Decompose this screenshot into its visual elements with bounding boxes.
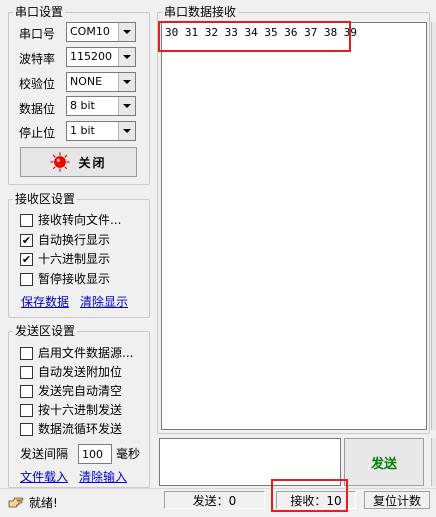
send-settings-title: 发送区设置	[13, 324, 78, 338]
send-interval-input[interactable]	[78, 444, 112, 464]
auto-clear-label: 发送完自动清空	[38, 384, 123, 398]
send-button[interactable]: 发送	[344, 438, 424, 486]
auto-wrap-checkbox-box[interactable]: ✔	[20, 233, 33, 247]
hex-send-checkbox[interactable]: 按十六进制发送	[20, 402, 122, 418]
stopbits-label: 停止位	[19, 126, 56, 140]
status-light-icon	[50, 152, 70, 172]
receive-to-file-checkbox[interactable]: 接收转向文件...	[20, 212, 121, 228]
check-mark-icon: ✔	[21, 233, 32, 247]
close-port-button[interactable]: 关闭	[20, 147, 137, 177]
stopbits-select-value: 1 bit	[70, 124, 95, 137]
file-source-label: 启用文件数据源...	[38, 346, 134, 360]
auto-clear-checkbox-box[interactable]	[20, 384, 33, 398]
hex-send-label: 按十六进制发送	[38, 403, 123, 417]
receive-settings-title: 接收区设置	[13, 192, 78, 206]
status-ready-text: 就绪!	[29, 496, 58, 510]
pause-receive-label: 暂停接收显示	[38, 272, 111, 286]
auto-append-checkbox-box[interactable]	[20, 365, 33, 379]
file-source-checkbox-box[interactable]	[20, 346, 33, 360]
baud-label: 波特率	[19, 52, 56, 66]
parity-select-value: NONE	[70, 75, 103, 88]
port-select-value: COM10	[70, 25, 110, 38]
baud-select-chevron-down-icon[interactable]	[118, 48, 135, 66]
send-scrollbar[interactable]	[431, 438, 436, 486]
baud-select-value: 115200	[70, 50, 112, 63]
baud-select[interactable]: 115200	[66, 47, 136, 67]
parity-select[interactable]: NONE	[66, 72, 136, 92]
auto-append-checkbox[interactable]: 自动发送附加位	[20, 364, 122, 380]
sent-count: 发送：0	[164, 491, 265, 509]
parity-select-chevron-down-icon[interactable]	[118, 73, 135, 91]
send-button-label: 发送	[370, 456, 397, 472]
sent-count-text: 发送：0	[192, 493, 237, 508]
close-port-button-label: 关闭	[78, 155, 107, 170]
send-interval-unit: 毫秒	[116, 447, 141, 461]
received-count-highlight	[271, 479, 348, 512]
clear-input-link[interactable]: 清除输入	[79, 470, 127, 484]
loop-send-checkbox-box[interactable]	[20, 422, 33, 436]
databits-label: 数据位	[19, 102, 56, 116]
auto-clear-checkbox[interactable]: 发送完自动清空	[20, 383, 122, 399]
reset-count-button[interactable]: 复位计数	[364, 491, 430, 509]
clear-display-link[interactable]: 清除显示	[80, 295, 128, 309]
hex-send-checkbox-box[interactable]	[20, 403, 33, 417]
stopbits-select-chevron-down-icon[interactable]	[118, 122, 135, 140]
send-interval-label: 发送间隔	[20, 447, 69, 461]
databits-select[interactable]: 8 bit	[66, 96, 136, 116]
hex-display-checkbox-box[interactable]: ✔	[20, 252, 33, 266]
receive-to-file-checkbox-box[interactable]	[20, 213, 33, 227]
hex-display-checkbox[interactable]: ✔ 十六进制显示	[20, 251, 110, 267]
load-file-link[interactable]: 文件载入	[20, 470, 68, 484]
receive-to-file-label: 接收转向文件...	[38, 213, 122, 227]
pause-receive-checkbox-box[interactable]	[20, 272, 33, 286]
pause-receive-checkbox[interactable]: 暂停接收显示	[20, 271, 110, 287]
receive-area-title: 串口数据接收	[162, 5, 239, 19]
pointing-hand-icon	[8, 497, 24, 508]
port-select-chevron-down-icon[interactable]	[118, 23, 135, 41]
reset-count-label: 复位计数	[372, 493, 421, 508]
received-data-highlight	[158, 21, 351, 52]
serial-settings-title: 串口设置	[13, 5, 66, 19]
auto-wrap-checkbox[interactable]: ✔ 自动换行显示	[20, 232, 110, 248]
databits-select-value: 8 bit	[70, 99, 95, 112]
file-source-checkbox[interactable]: 启用文件数据源...	[20, 345, 133, 361]
receive-textarea[interactable]: 30 31 32 33 34 35 36 37 38 39	[161, 22, 427, 430]
parity-label: 校验位	[19, 77, 56, 91]
databits-select-chevron-down-icon[interactable]	[118, 97, 135, 115]
receive-scrollbar[interactable]	[431, 22, 436, 430]
stopbits-select[interactable]: 1 bit	[66, 121, 136, 141]
auto-wrap-label: 自动换行显示	[38, 233, 111, 247]
port-select[interactable]: COM10	[66, 22, 136, 42]
loop-send-checkbox[interactable]: 数据流循环发送	[20, 421, 122, 437]
check-mark-icon: ✔	[21, 252, 32, 266]
hex-display-label: 十六进制显示	[38, 252, 111, 266]
save-data-link[interactable]: 保存数据	[21, 295, 69, 309]
port-label: 串口号	[19, 27, 56, 41]
auto-append-label: 自动发送附加位	[38, 365, 123, 379]
loop-send-label: 数据流循环发送	[38, 422, 123, 436]
